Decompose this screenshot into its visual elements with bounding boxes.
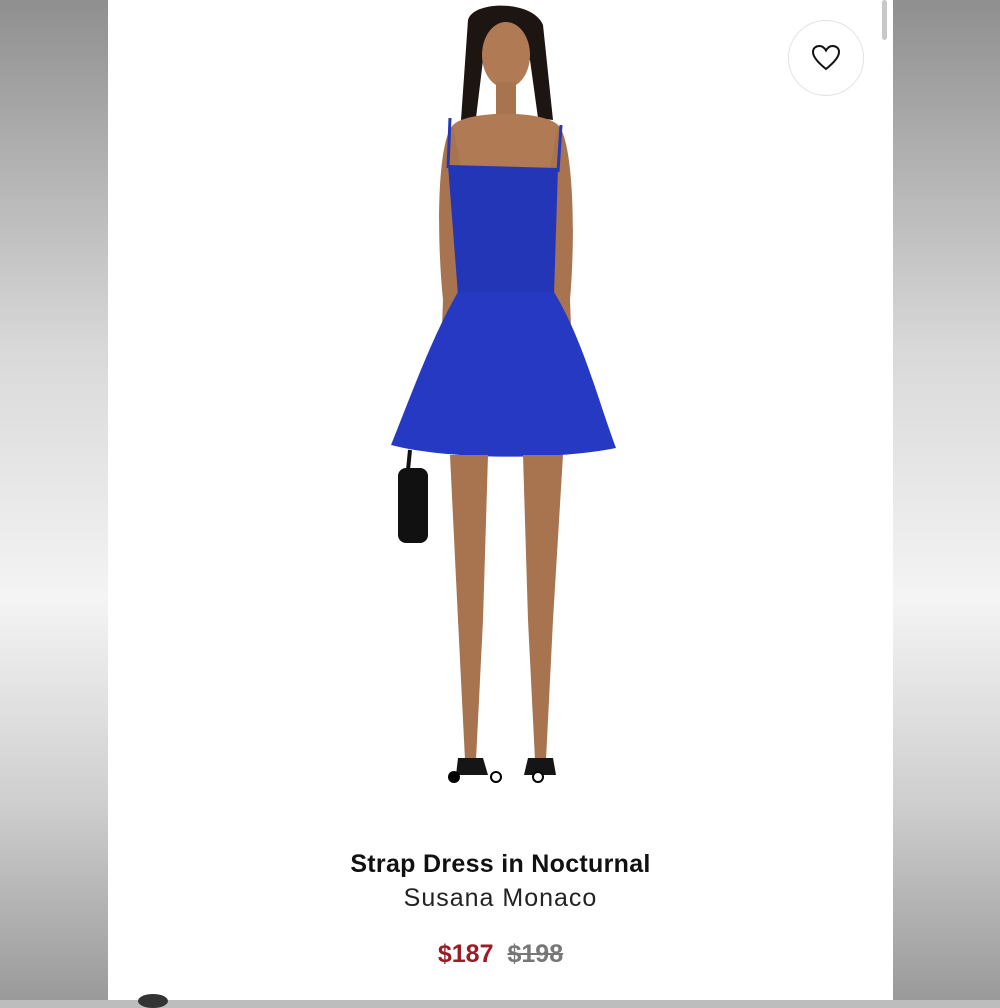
dress-skirt	[391, 292, 616, 457]
background-right-panel	[893, 0, 1000, 1000]
gallery-pagination	[448, 771, 544, 783]
corner-shadow	[138, 994, 168, 1008]
dress-bodice	[448, 165, 558, 295]
product-prices: $187 $198	[108, 940, 893, 969]
gallery-dot-3[interactable]	[532, 771, 544, 783]
gallery-dot-2[interactable]	[490, 771, 502, 783]
model-right-leg	[523, 455, 563, 760]
sale-price: $187	[437, 940, 494, 968]
heart-outline-icon	[811, 44, 841, 71]
scrollbar[interactable]	[882, 0, 887, 40]
model-face	[482, 22, 530, 88]
gallery-dot-1[interactable]	[448, 771, 460, 783]
dress-left-strap	[446, 117, 452, 169]
handbag-strap	[406, 449, 412, 471]
product-title: Strap Dress in Nocturnal	[350, 850, 651, 878]
product-page: Strap Dress in Nocturnal Susana Monaco $…	[108, 0, 893, 1000]
handbag	[398, 468, 428, 543]
model-left-leg	[450, 455, 488, 760]
product-image[interactable]	[358, 0, 648, 800]
background-left-panel	[0, 0, 108, 1000]
product-brand[interactable]: Susana Monaco	[108, 884, 893, 913]
favorite-button[interactable]	[788, 20, 864, 96]
original-price: $198	[507, 940, 564, 968]
model-neck	[496, 82, 516, 117]
